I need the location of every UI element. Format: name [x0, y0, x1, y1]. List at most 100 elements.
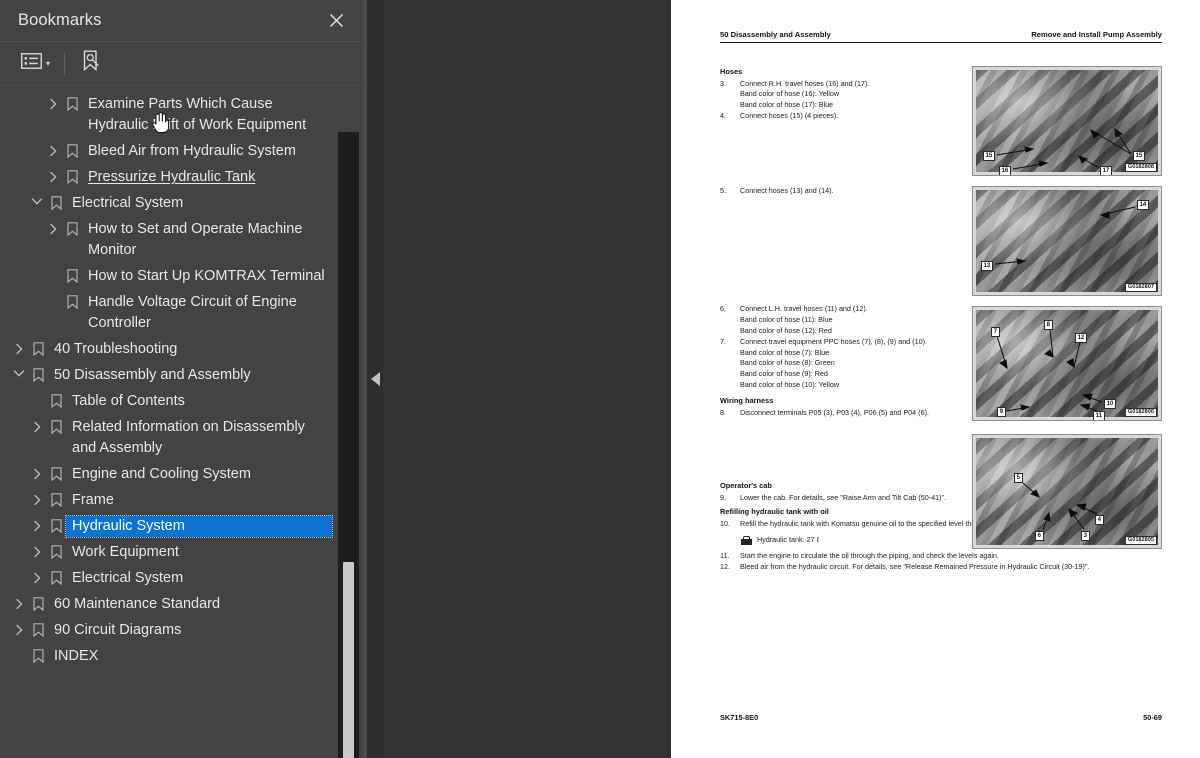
figure-1-callout-16: 16	[999, 165, 1011, 175]
bookmarks-scrollbar[interactable]	[338, 132, 359, 758]
bookmark-icon	[46, 464, 66, 481]
new-bookmark-button[interactable]	[78, 49, 104, 79]
bookmark-item-label: Electrical System	[72, 195, 184, 211]
step-number: 3.	[720, 78, 726, 88]
chevron-down-icon: ▾	[46, 58, 51, 68]
bookmark-item-frame[interactable]: Frame	[0, 488, 338, 514]
collapse-panel-button[interactable]	[367, 0, 383, 758]
bookmark-item-related-information-on-disassembly-and-assembly[interactable]: Related Information on Disassembly and A…	[0, 415, 338, 462]
bookmark-item-label: INDEX	[54, 648, 99, 664]
collapse-left-arrow-icon	[370, 372, 380, 386]
bookmark-item-pressurize-hydraulic-tank[interactable]: Pressurize Hydraulic Tank	[0, 165, 338, 191]
figure-3-callout-10: 10	[1104, 398, 1116, 409]
step-6-sub-1: Band color of hose (11): Blue	[740, 315, 833, 325]
bookmarks-panel: Bookmarks ▾ Examine Parts Which Cause Hy…	[0, 0, 363, 758]
chevron-right-icon[interactable]	[44, 219, 62, 235]
chevron-right-icon[interactable]	[28, 568, 46, 584]
bookmark-item-bleed-air-from-hydraulic-system[interactable]: Bleed Air from Hydraulic System	[0, 139, 338, 165]
step-number: 9.	[720, 492, 726, 502]
step-6: 6. Connect L.H. travel hoses (11) and (1…	[720, 304, 972, 315]
section-heading-hoses: Hoses	[720, 66, 743, 76]
running-header-left: 50 Disassembly and Assembly	[720, 30, 831, 39]
step-text: Connect R.H. travel hoses (16) and (17).	[740, 78, 870, 88]
step-7-sub-2: Band color of hose (8): Green	[740, 358, 835, 368]
chevron-right-icon[interactable]	[10, 594, 28, 610]
bookmark-item-work-equipment[interactable]: Work Equipment	[0, 540, 338, 566]
bookmark-item-electrical-system[interactable]: Electrical System	[0, 566, 338, 592]
tank-spec-text: Hydraulic tank: 27 ℓ	[757, 535, 819, 545]
bookmark-options-button[interactable]: ▾	[18, 49, 53, 79]
bookmark-item-table-of-contents[interactable]: Table of Contents	[0, 389, 338, 415]
chevron-right-icon[interactable]	[44, 141, 62, 157]
bookmark-item-engine-and-cooling-system[interactable]: Engine and Cooling System	[0, 462, 338, 488]
bookmarks-panel-header: Bookmarks	[0, 0, 363, 42]
chevron-right-icon[interactable]	[44, 167, 62, 183]
figure-3[interactable]: 7 8 12 9 10 11 G0182806	[972, 305, 1162, 421]
bookmark-item-40-troubleshooting[interactable]: 40 Troubleshooting	[0, 337, 338, 363]
header-rule	[720, 41, 1162, 43]
figure-4[interactable]: 5 6 3 4 G0182805	[972, 433, 1162, 549]
step-number: 6.	[720, 304, 726, 314]
bookmark-icon	[46, 516, 66, 533]
chevron-right-icon[interactable]	[10, 620, 28, 636]
document-page[interactable]: 50 Disassembly and Assembly Remove and I…	[671, 0, 1200, 758]
bookmarks-scrollbar-thumb[interactable]	[343, 562, 354, 758]
figure-1[interactable]: 15 16 17 15 G0182808	[972, 65, 1162, 176]
bookmark-item-electrical-system[interactable]: Electrical System	[0, 191, 338, 217]
bookmark-item-label: Table of Contents	[72, 393, 185, 409]
section-heading-wiring-harness: Wiring harness	[720, 395, 774, 405]
figure-3-callout-7: 7	[991, 326, 1000, 337]
figure-3-callout-12: 12	[1075, 332, 1087, 343]
step-text: Disconnect terminals P05 (3), P03 (4), P…	[740, 407, 929, 417]
step-8: 8. Disconnect terminals P05 (3), P03 (4)…	[720, 408, 972, 419]
bookmark-item-examine-parts-which-cause-hydraulic-drift-of-work-equipment[interactable]: Examine Parts Which Cause Hydraulic Drif…	[0, 92, 338, 139]
bookmark-item-handle-voltage-circuit-of-engine-controller[interactable]: Handle Voltage Circuit of Engine Control…	[0, 290, 338, 337]
figure-3-leader-lines	[996, 328, 1103, 411]
bookmark-item-label: Work Equipment	[72, 544, 179, 560]
bookmark-item-60-maintenance-standard[interactable]: 60 Maintenance Standard	[0, 592, 338, 618]
figure-3-callout-11: 11	[1093, 410, 1105, 420]
bookmark-item-index[interactable]: INDEX	[0, 644, 338, 670]
chevron-right-icon[interactable]	[28, 542, 46, 558]
bookmark-item-how-to-start-up-komtrax-terminal[interactable]: How to Start Up KOMTRAX Terminal	[0, 264, 338, 290]
viewer-workspace	[383, 0, 671, 758]
step-number: 10.	[720, 519, 730, 529]
figure-2-leader-lines	[994, 206, 1136, 265]
chevron-right-icon[interactable]	[28, 490, 46, 506]
chevron-down-icon[interactable]	[10, 365, 28, 378]
step-11: 11. Start the engine to circulate the oi…	[720, 551, 1162, 562]
figure-1-code: G0182808	[1124, 162, 1157, 172]
page-content: 50 Disassembly and Assembly Remove and I…	[720, 30, 1162, 573]
step-text: Start the engine to circulate the oil th…	[740, 551, 999, 561]
bookmark-icon	[46, 391, 66, 408]
step-6-sub-2: Band color of hose (12): Red	[740, 326, 832, 336]
bookmark-item-90-circuit-diagrams[interactable]: 90 Circuit Diagrams	[0, 618, 338, 644]
chevron-down-icon[interactable]	[28, 193, 46, 206]
step-text: Connect hoses (13) and (14).	[740, 185, 834, 195]
pdf-viewer-window: Bookmarks ▾ Examine Parts Which Cause Hy…	[0, 0, 1200, 758]
step-number: 12.	[720, 561, 730, 571]
close-icon[interactable]	[323, 8, 349, 34]
figure-1-callout-17: 17	[1100, 165, 1112, 175]
figure-4-callout-3: 3	[1081, 530, 1090, 541]
chevron-right-icon[interactable]	[10, 339, 28, 355]
step-7: 7. Connect travel equipment PPC hoses (7…	[720, 337, 972, 348]
figure-4-leader-lines	[1022, 482, 1098, 530]
figure-2[interactable]: 13 14 G0182807	[972, 185, 1162, 296]
step-number: 11.	[720, 551, 730, 561]
chevron-right-icon[interactable]	[28, 417, 46, 433]
chevron-right-icon[interactable]	[28, 516, 46, 532]
bookmark-item-how-to-set-and-operate-machine-monitor[interactable]: How to Set and Operate Machine Monitor	[0, 217, 338, 264]
step-7-sub-1: Band color of hose (7): Blue	[740, 347, 830, 357]
running-header-right: Remove and Install Pump Assembly	[1031, 30, 1162, 39]
step-number: 5.	[720, 185, 726, 195]
chevron-right-icon[interactable]	[44, 94, 62, 110]
chevron-right-icon[interactable]	[28, 464, 46, 480]
figure-1-callout-15a: 15	[983, 150, 995, 161]
bookmark-item-50-disassembly-and-assembly[interactable]: 50 Disassembly and Assembly	[0, 363, 338, 389]
bookmark-item-hydraulic-system[interactable]: Hydraulic System	[0, 514, 338, 540]
bookmark-icon	[62, 266, 82, 283]
figure-1-callout-15b: 15	[1133, 150, 1145, 161]
